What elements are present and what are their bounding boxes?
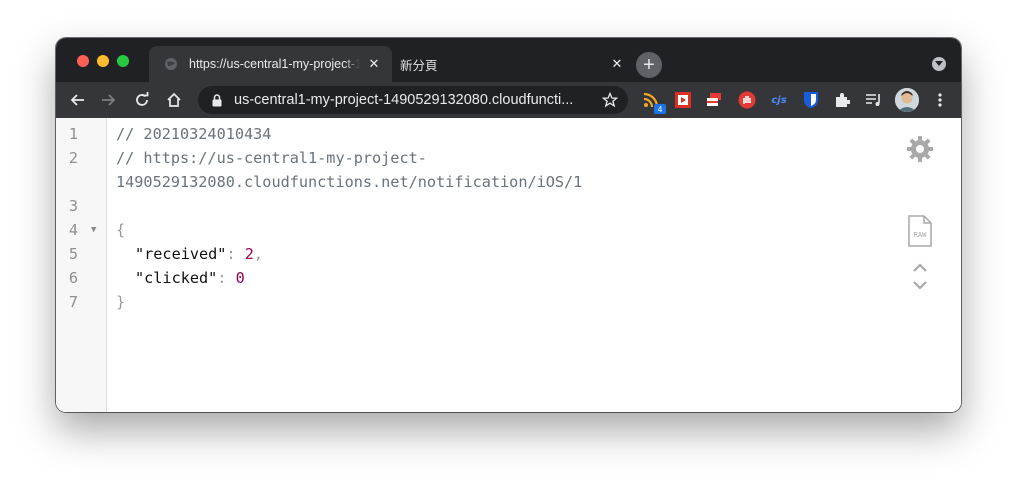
toolbar: us-central1-my-project-1490529132080.clo… bbox=[56, 82, 961, 118]
fold-toggle-icon[interactable]: ▼ bbox=[91, 218, 96, 242]
avatar[interactable] bbox=[895, 88, 919, 112]
reload-icon[interactable] bbox=[132, 90, 152, 110]
raw-label: RAW bbox=[913, 231, 927, 239]
new-tab-button[interactable]: + bbox=[636, 52, 662, 78]
json-entry: "clicked": 0 bbox=[135, 266, 245, 290]
json-value: 2 bbox=[244, 245, 254, 263]
rss-badge: 4 bbox=[654, 104, 666, 114]
hand-stop-icon[interactable] bbox=[737, 90, 757, 110]
forward-icon[interactable] bbox=[99, 90, 119, 110]
shield-icon[interactable] bbox=[801, 90, 821, 110]
line-number: 3 bbox=[68, 197, 78, 215]
json-key: "clicked" bbox=[135, 269, 218, 287]
stack-icon[interactable] bbox=[704, 90, 724, 110]
tab-search-icon[interactable] bbox=[932, 57, 946, 71]
close-tab-icon[interactable]: ✕ bbox=[609, 56, 625, 72]
back-icon[interactable] bbox=[67, 90, 87, 110]
cjs-icon[interactable]: cjs bbox=[769, 90, 789, 110]
puzzle-icon[interactable] bbox=[832, 90, 852, 110]
chevron-down-icon[interactable] bbox=[912, 278, 928, 292]
json-separator: : bbox=[217, 269, 236, 287]
video-icon[interactable] bbox=[673, 90, 693, 110]
more-icon[interactable] bbox=[930, 90, 950, 110]
zoom-window-button[interactable] bbox=[117, 55, 129, 67]
tab-strip: https://us-central1-my-project-149052913… bbox=[56, 38, 961, 82]
browser-window: https://us-central1-my-project-149052913… bbox=[56, 38, 961, 412]
raw-view-button[interactable]: RAW bbox=[906, 215, 934, 247]
close-window-button[interactable] bbox=[77, 55, 89, 67]
tab-active[interactable]: https://us-central1-my-project-149052913… bbox=[149, 46, 392, 82]
globe-icon bbox=[163, 56, 179, 72]
address-bar[interactable]: us-central1-my-project-1490529132080.clo… bbox=[198, 86, 628, 114]
line-number: 2 bbox=[68, 149, 78, 167]
json-comma: , bbox=[253, 245, 264, 263]
json-value: 0 bbox=[235, 269, 245, 287]
playlist-icon[interactable] bbox=[864, 90, 884, 110]
tab-title: 新分頁 bbox=[400, 58, 438, 73]
close-tab-icon[interactable]: ✕ bbox=[366, 56, 382, 72]
code-comment: 1490529132080.cloudfunctions.net/notific… bbox=[116, 173, 583, 191]
tab-title: https://us-central1-my-project-149052913… bbox=[189, 57, 360, 71]
lock-icon[interactable] bbox=[212, 93, 224, 107]
line-number: 4 bbox=[68, 221, 78, 239]
rss-icon[interactable]: 4 bbox=[641, 90, 666, 114]
url-text: us-central1-my-project-1490529132080.clo… bbox=[234, 92, 574, 108]
minimize-window-button[interactable] bbox=[97, 55, 109, 67]
json-separator: : bbox=[226, 245, 245, 263]
json-key: "received" bbox=[135, 245, 227, 263]
tab-inactive[interactable]: 新分頁 ✕ bbox=[392, 46, 635, 82]
line-number: 1 bbox=[68, 125, 78, 143]
open-brace: { bbox=[116, 221, 126, 239]
home-icon[interactable] bbox=[164, 90, 184, 110]
json-viewer: 1 // 20210324010434 2 // https://us-cent… bbox=[56, 118, 961, 412]
star-icon[interactable] bbox=[600, 90, 620, 110]
code-comment: // https://us-central1-my-project- bbox=[116, 149, 427, 167]
json-entry: "received": 2, bbox=[135, 242, 263, 266]
chevron-up-icon[interactable] bbox=[912, 260, 928, 274]
close-brace: } bbox=[116, 293, 126, 311]
line-number: 7 bbox=[68, 293, 78, 311]
code-comment: // 20210324010434 bbox=[116, 125, 272, 143]
line-number: 6 bbox=[68, 269, 78, 287]
gear-icon[interactable] bbox=[906, 135, 934, 163]
line-number: 5 bbox=[68, 245, 78, 263]
